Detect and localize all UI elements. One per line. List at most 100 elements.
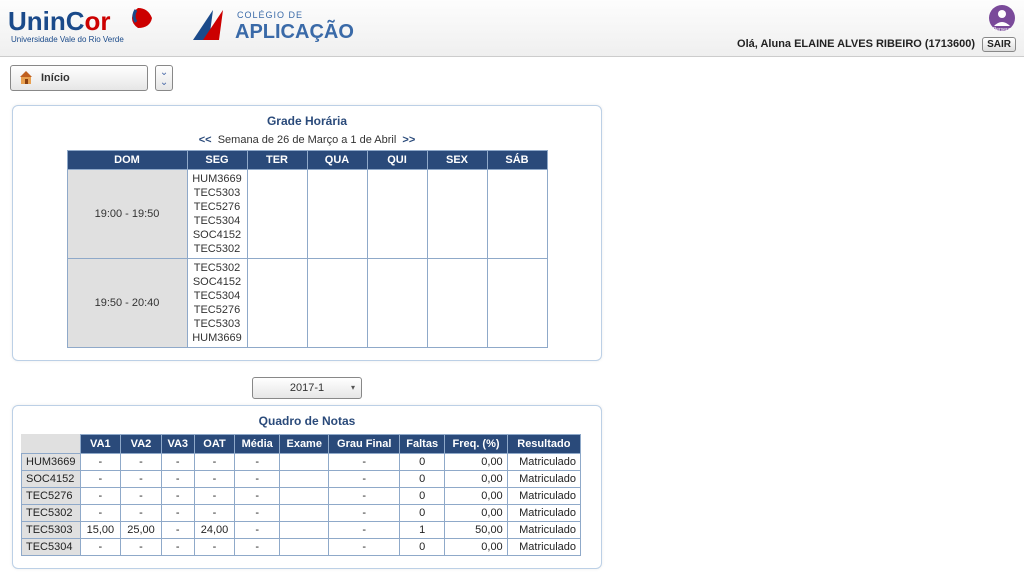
perseus-icon[interactable]: Perseus <box>988 4 1016 35</box>
schedule-cell <box>367 259 427 348</box>
cell-media: - <box>235 488 280 505</box>
page-header: UninCor Universidade Vale do Rio Verde C… <box>0 0 1024 57</box>
svg-text:UninCor: UninCor <box>8 6 111 36</box>
unincor-logo: UninCor Universidade Vale do Rio Verde <box>8 2 178 55</box>
chevron-down-icon: ⌄ <box>160 78 168 88</box>
schedule-row: 19:00 - 19:50 HUM3669 TEC5303 TEC5276 TE… <box>67 170 547 259</box>
cell-media: - <box>235 454 280 471</box>
course-code: TEC5276 <box>188 200 247 214</box>
cell-va3: - <box>161 454 194 471</box>
course-code: TEC5276 <box>188 303 247 317</box>
cell-res: Matriculado <box>507 488 580 505</box>
cell-va1: - <box>80 505 121 522</box>
schedule-title: Grade Horária <box>21 114 593 128</box>
schedule-row: 19:50 - 20:40 TEC5302 SOC4152 TEC5304 TE… <box>67 259 547 348</box>
cell-va3: - <box>161 488 194 505</box>
col-qui: QUI <box>367 151 427 170</box>
cell-disc: TEC5276 <box>22 488 81 505</box>
toolbar: Início ⌄ ⌄ <box>0 57 1024 99</box>
expand-menu-button[interactable]: ⌄ ⌄ <box>155 65 173 91</box>
cell-grau: - <box>329 471 400 488</box>
col-qua: QUA <box>307 151 367 170</box>
col-grau: Grau Final <box>329 435 400 454</box>
svg-text:Perseus: Perseus <box>993 27 1012 32</box>
cell-exame <box>280 471 329 488</box>
cell-va2: 25,00 <box>121 522 162 539</box>
cell-disc: HUM3669 <box>22 454 81 471</box>
cell-oat: - <box>194 471 235 488</box>
table-row: TEC5276------00,00Matriculado <box>22 488 581 505</box>
table-row: TEC5304------00,00Matriculado <box>22 539 581 556</box>
greeting-prefix: Olá, <box>737 38 760 50</box>
cell-faltas: 0 <box>399 539 444 556</box>
course-code: TEC5303 <box>188 317 247 331</box>
cell-faltas: 1 <box>399 522 444 539</box>
cell-media: - <box>235 522 280 539</box>
home-icon <box>17 68 35 89</box>
schedule-cell <box>247 170 307 259</box>
cell-res: Matriculado <box>507 454 580 471</box>
table-row: HUM3669------00,00Matriculado <box>22 454 581 471</box>
cell-disc: TEC5304 <box>22 539 81 556</box>
cell-oat: - <box>194 539 235 556</box>
grades-title: Quadro de Notas <box>21 414 593 428</box>
cell-grau: - <box>329 488 400 505</box>
cell-media: - <box>235 539 280 556</box>
cell-oat: 24,00 <box>194 522 235 539</box>
week-navigator: << Semana de 26 de Março a 1 de Abril >> <box>21 134 593 146</box>
cell-res: Matriculado <box>507 471 580 488</box>
cell-media: - <box>235 505 280 522</box>
cell-exame <box>280 488 329 505</box>
cell-res: Matriculado <box>507 522 580 539</box>
col-blank <box>22 435 81 454</box>
cell-va1: - <box>80 539 121 556</box>
cell-exame <box>280 454 329 471</box>
svg-text:COLÉGIO DE: COLÉGIO DE <box>237 10 303 20</box>
cell-va3: - <box>161 539 194 556</box>
course-code: TEC5302 <box>188 261 247 275</box>
cell-freq: 0,00 <box>445 471 507 488</box>
cell-va1: - <box>80 454 121 471</box>
col-media: Média <box>235 435 280 454</box>
logout-button[interactable]: SAIR <box>982 37 1016 52</box>
cell-disc: SOC4152 <box>22 471 81 488</box>
schedule-cell <box>487 259 547 348</box>
schedule-table: DOM SEG TER QUA QUI SEX SÁB 19:00 - 19:5… <box>67 150 548 348</box>
cell-faltas: 0 <box>399 454 444 471</box>
aplicacao-logo: COLÉGIO DE APLICAÇÃO <box>185 2 375 55</box>
cell-va2: - <box>121 471 162 488</box>
col-oat: OAT <box>194 435 235 454</box>
cell-grau: - <box>329 454 400 471</box>
col-va1: VA1 <box>80 435 121 454</box>
cell-freq: 0,00 <box>445 488 507 505</box>
svg-text:APLICAÇÃO: APLICAÇÃO <box>235 20 354 43</box>
col-freq: Freq. (%) <box>445 435 507 454</box>
schedule-header-row: DOM SEG TER QUA QUI SEX SÁB <box>67 151 547 170</box>
home-label: Início <box>41 72 141 84</box>
grades-header-row: VA1 VA2 VA3 OAT Média Exame Grau Final F… <box>22 435 581 454</box>
schedule-cell <box>487 170 547 259</box>
cell-grau: - <box>329 505 400 522</box>
caret-down-icon: ▾ <box>351 378 355 398</box>
cell-exame <box>280 505 329 522</box>
course-code: TEC5304 <box>188 214 247 228</box>
greeting-name: Aluna ELAINE ALVES RIBEIRO (1713600) <box>760 38 975 50</box>
cell-faltas: 0 <box>399 505 444 522</box>
cell-disc: TEC5302 <box>22 505 81 522</box>
cell-va1: 15,00 <box>80 522 121 539</box>
svg-text:Universidade Vale do Rio Verde: Universidade Vale do Rio Verde <box>11 35 124 44</box>
next-week-button[interactable]: >> <box>402 134 415 146</box>
col-sex: SEX <box>427 151 487 170</box>
grades-panel: Quadro de Notas VA1 VA2 VA3 OAT Média Ex… <box>12 405 602 569</box>
cell-oat: - <box>194 454 235 471</box>
col-res: Resultado <box>507 435 580 454</box>
home-button[interactable]: Início <box>10 65 148 91</box>
prev-week-button[interactable]: << <box>199 134 212 146</box>
cell-disc: TEC5303 <box>22 522 81 539</box>
col-sab: SÁB <box>487 151 547 170</box>
semester-select[interactable]: 2017-1 ▾ <box>252 377 362 399</box>
course-code: TEC5304 <box>188 289 247 303</box>
col-ter: TER <box>247 151 307 170</box>
cell-freq: 0,00 <box>445 539 507 556</box>
schedule-cell-seg: TEC5302 SOC4152 TEC5304 TEC5276 TEC5303 … <box>187 259 247 348</box>
